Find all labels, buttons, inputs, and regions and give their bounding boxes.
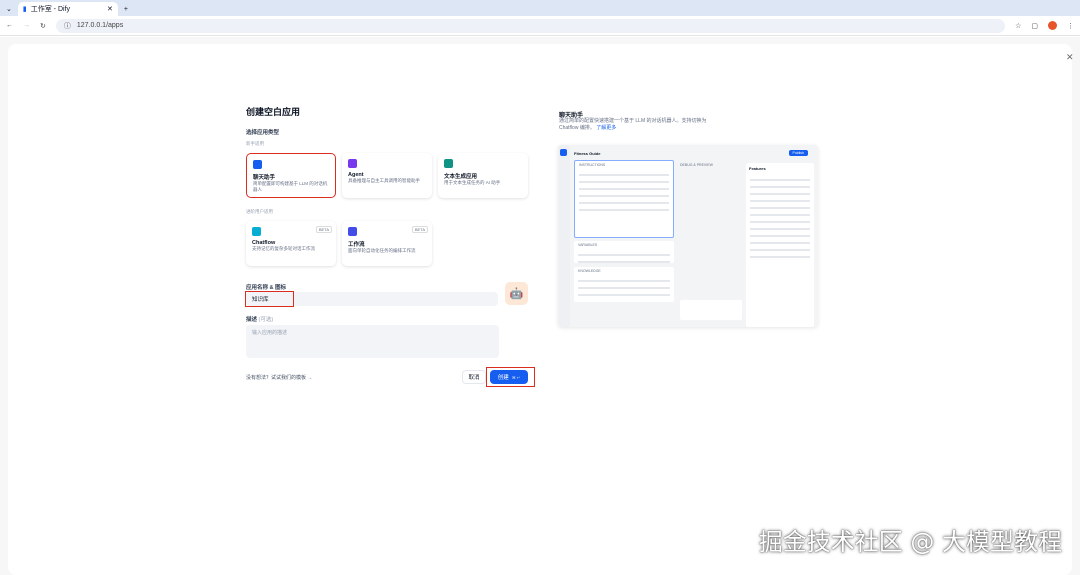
desc-label-text: 描述	[246, 317, 258, 323]
knowledge-label: KNOWLEDGE	[578, 269, 601, 273]
menu-icon[interactable]: ⋮	[1067, 22, 1074, 30]
advanced-label: 进阶用户适用	[246, 209, 273, 214]
tab-title: 工作室 - Dify	[30, 6, 71, 13]
url-text: 127.0.0.1/apps	[76, 22, 124, 29]
robot-icon: 🤖	[509, 288, 524, 300]
instructions-label: INSTRUCTIONS	[579, 163, 606, 167]
choose-type-label: 选择应用类型	[246, 130, 280, 136]
description-textarea[interactable]: 输入应用的描述	[246, 325, 499, 358]
beginner-label: 新手适用	[246, 141, 264, 146]
close-icon[interactable]: ✕	[1066, 52, 1074, 63]
forward-icon[interactable]: →	[23, 22, 30, 29]
cancel-button[interactable]: 取消	[462, 370, 486, 384]
preview-description: 通过简单的配置快速搭建一个基于 LLM 的对话机器人。支持切换为 Chatflo…	[559, 118, 719, 132]
card-desc: 支持记忆的复杂多轮对话工作流	[252, 246, 315, 251]
beta-badge: BETA	[411, 226, 428, 233]
agent-icon	[348, 159, 357, 168]
card-desc: 用于文本生成任务的 AI 助手	[444, 180, 501, 185]
preview-screenshot: Fitness Guide Publish INSTRUCTIONS VARIA…	[558, 145, 818, 327]
type-card-text-generation[interactable]: 文本生成应用 用于文本生成任务的 AI 助手	[438, 153, 528, 198]
tab-list-icon[interactable]: ⌄	[0, 5, 16, 16]
preview-publish: Publish	[788, 150, 808, 156]
close-tab-icon[interactable]: ✕	[107, 5, 113, 13]
site-info-icon[interactable]: ⓘ	[64, 21, 71, 31]
preview-desc-text: 通过简单的配置快速搭建一个基于 LLM 的对话机器人。支持切换为 Chatflo…	[559, 118, 707, 131]
card-title: 工作流	[348, 242, 365, 248]
bookmark-icon[interactable]: ☆	[1015, 22, 1021, 30]
card-desc: 具备推理与自主工具调用的智能助手	[348, 178, 420, 183]
card-desc: 面向单轮自动化任务的编排工作流	[348, 248, 416, 253]
beta-badge: BETA	[315, 226, 332, 233]
type-card-agent[interactable]: Agent 具备推理与自主工具调用的智能助手	[342, 153, 432, 198]
back-icon[interactable]: ←	[6, 22, 13, 29]
new-tab-icon[interactable]: +	[118, 6, 134, 16]
debug-label: DEBUG & PREVIEW	[680, 163, 713, 167]
create-app-modal	[8, 44, 1072, 575]
name-highlight	[245, 291, 294, 307]
preview-chat-input	[680, 300, 742, 320]
type-card-workflow[interactable]: BETA 工作流 面向单轮自动化任务的编排工作流	[342, 221, 432, 266]
extensions-icon[interactable]: ▢	[1031, 22, 1038, 30]
watermark: 掘金技术社区 @ 大模型教程	[758, 528, 1062, 556]
address-bar-row: ← → ↻ ⓘ 127.0.0.1/apps ☆ ▢ ⋮	[0, 16, 1080, 36]
card-title: 文本生成应用	[444, 174, 478, 180]
preview-variables: VARIABLES	[574, 241, 674, 263]
card-title: 聊天助手	[253, 175, 276, 181]
preview-knowledge: KNOWLEDGE	[574, 267, 674, 302]
optional-text: (可选)	[258, 317, 274, 323]
preview-sidebar	[558, 145, 570, 327]
app-icon-picker[interactable]: 🤖	[505, 282, 528, 305]
reload-icon[interactable]: ↻	[40, 22, 46, 30]
template-link[interactable]: 没有想法？试试我们的模板 →	[246, 374, 312, 381]
browser-tab-bar: ⌄ ▮ 工作室 - Dify ✕ +	[0, 0, 1080, 16]
chatflow-icon	[252, 227, 261, 236]
name-label: 应用名称 & 图标	[246, 285, 287, 291]
profile-avatar[interactable]	[1048, 21, 1057, 30]
desc-label: 描述 (可选)	[246, 315, 273, 323]
preview-instructions: INSTRUCTIONS	[574, 160, 674, 238]
learn-more-link[interactable]: 了解更多	[596, 125, 616, 131]
dify-favicon-icon: ▮	[22, 6, 27, 13]
workflow-icon	[348, 227, 357, 236]
card-desc: 简单配置即可构建基于 LLM 的对话机器人	[253, 181, 328, 192]
type-card-chatflow[interactable]: BETA Chatflow 支持记忆的复杂多轮对话工作流	[246, 221, 336, 266]
type-card-chat-assistant[interactable]: 聊天助手 简单配置即可构建基于 LLM 的对话机器人	[246, 153, 336, 198]
preview-app-name: Fitness Guide	[574, 151, 601, 156]
text-generation-icon	[444, 159, 453, 168]
chat-assistant-icon	[253, 160, 262, 169]
preview-features: Features	[746, 163, 814, 327]
modal-title: 创建空白应用	[246, 107, 301, 117]
browser-tab[interactable]: ▮ 工作室 - Dify ✕	[17, 2, 118, 16]
variables-label: VARIABLES	[578, 243, 598, 247]
features-label: Features	[749, 166, 766, 171]
url-field[interactable]: ⓘ 127.0.0.1/apps	[55, 18, 1006, 33]
create-highlight	[486, 367, 535, 387]
